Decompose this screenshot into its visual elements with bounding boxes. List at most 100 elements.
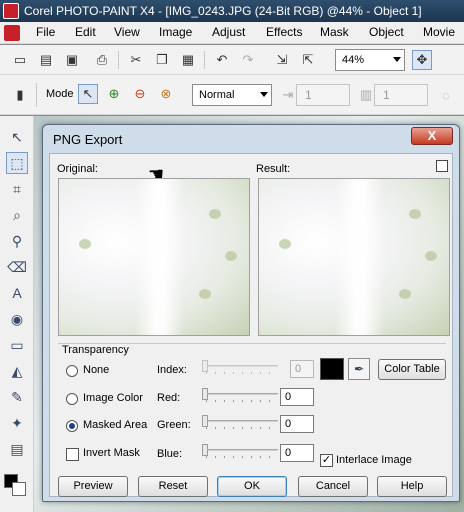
none-radio[interactable] <box>66 365 78 377</box>
mask-tool-icon[interactable]: ⬚ <box>6 152 28 174</box>
slider-thumb[interactable] <box>202 360 208 372</box>
masked-area-radio[interactable] <box>66 420 78 432</box>
slider-track <box>202 420 278 422</box>
masked-area-radio-label: Masked Area <box>83 419 148 431</box>
slider-thumb[interactable] <box>202 415 208 427</box>
subtractive-mode-icon[interactable]: ⊖ <box>130 84 150 104</box>
export-icon[interactable]: ⇱ <box>298 50 318 70</box>
png-export-dialog: PNG Export X Original: Result: ☚ Transpa… <box>42 124 460 502</box>
zoom-fit-icon[interactable]: ✥ <box>412 50 432 70</box>
green-slider[interactable] <box>202 415 278 429</box>
feather-spin[interactable]: 1 <box>296 84 350 106</box>
result-label: Result: <box>256 163 291 175</box>
eyedropper-icon[interactable]: ✒ <box>348 358 370 380</box>
invert-mask-label: Invert Mask <box>83 447 140 459</box>
image-color-radio[interactable] <box>66 393 78 405</box>
index-label: Index: <box>157 364 187 376</box>
dialog-body: Original: Result: ☚ Transparency None Im… <box>49 153 453 497</box>
color-swatches[interactable] <box>4 474 30 508</box>
menu-movie[interactable]: Movie <box>423 25 455 39</box>
undo-icon[interactable]: ↶ <box>212 50 232 70</box>
rectangle-tool-icon[interactable]: ▭ <box>6 334 28 356</box>
image-content <box>199 289 211 299</box>
preview-button[interactable]: Preview <box>58 476 128 497</box>
xor-mode-icon[interactable]: ⊗ <box>156 84 176 104</box>
toolbar-separator <box>204 51 205 69</box>
green-label: Green: <box>157 419 191 431</box>
image-content <box>209 209 221 219</box>
eyedropper-tool-icon[interactable]: ⚲ <box>6 230 28 252</box>
effect-tool-icon[interactable]: ✦ <box>6 412 28 434</box>
fill-tool-icon[interactable]: ◭ <box>6 360 28 382</box>
cut-icon[interactable]: ✂ <box>126 50 146 70</box>
save-icon[interactable]: ▣ <box>62 50 82 70</box>
menu-edit[interactable]: Edit <box>75 25 96 39</box>
menu-view[interactable]: View <box>114 25 140 39</box>
preview-mode-icon[interactable] <box>436 160 448 172</box>
paste-icon[interactable]: ▦ <box>178 50 198 70</box>
new-file-icon[interactable]: ▭ <box>10 50 30 70</box>
menu-file[interactable]: File <box>36 25 55 39</box>
crop-tool-icon[interactable]: ⌗ <box>6 178 28 200</box>
menu-object[interactable]: Object <box>369 25 404 39</box>
green-field[interactable]: 0 <box>280 415 314 433</box>
document-icon[interactable] <box>4 25 20 41</box>
import-icon[interactable]: ⇲ <box>272 50 292 70</box>
original-preview[interactable] <box>58 178 250 336</box>
close-button[interactable]: X <box>411 127 453 145</box>
red-eye-tool-icon[interactable]: ◉ <box>6 308 28 330</box>
invert-mask-checkbox[interactable] <box>66 448 79 461</box>
red-slider[interactable] <box>202 388 278 402</box>
normal-mode-icon[interactable]: ↖ <box>78 84 98 104</box>
zoom-value: 44% <box>342 54 365 66</box>
zoom-combo[interactable]: 44% <box>335 49 405 71</box>
chevron-down-icon <box>393 57 401 62</box>
pick-tool-icon[interactable]: ↖ <box>6 126 28 148</box>
open-file-icon[interactable]: ▤ <box>36 50 56 70</box>
feather-spin-value: 1 <box>305 88 312 102</box>
title-bar: Corel PHOTO-PAINT X4 - [IMG_0243.JPG (24… <box>0 0 464 22</box>
index-field[interactable]: 0 <box>290 360 314 378</box>
chevron-down-icon <box>260 92 268 97</box>
interactive-tool-icon[interactable]: ▤ <box>6 438 28 460</box>
image-content <box>135 179 185 335</box>
slider-track <box>202 365 278 367</box>
paint-tool-icon[interactable]: ✎ <box>6 386 28 408</box>
text-tool-icon[interactable]: A <box>6 282 28 304</box>
zoom-tool-icon[interactable]: ⌕ <box>6 204 28 226</box>
eraser-tool-icon[interactable]: ⌫ <box>6 256 28 278</box>
toolbar-separator <box>36 83 37 107</box>
background-color-swatch[interactable] <box>12 482 26 496</box>
menu-bar: File Edit View Image Adjust Effects Mask… <box>0 22 464 44</box>
merge-mode-combo[interactable]: Normal <box>192 84 272 106</box>
merge-mode-value: Normal <box>199 89 235 101</box>
ok-button[interactable]: OK <box>217 476 287 497</box>
menu-image[interactable]: Image <box>159 25 192 39</box>
antialias-icon: ◌ <box>442 87 450 103</box>
image-color-radio-label: Image Color <box>83 392 143 404</box>
print-icon[interactable]: ⎙ <box>92 50 112 70</box>
interlace-checkbox[interactable]: ✓ <box>320 454 333 467</box>
menu-adjust[interactable]: Adjust <box>212 25 245 39</box>
additive-mode-icon[interactable]: ⊕ <box>104 84 124 104</box>
cancel-button[interactable]: Cancel <box>298 476 368 497</box>
blue-field[interactable]: 0 <box>280 444 314 462</box>
red-field[interactable]: 0 <box>280 388 314 406</box>
slider-thumb[interactable] <box>202 388 208 400</box>
transparency-label: Transparency <box>62 344 129 356</box>
reset-button[interactable]: Reset <box>138 476 208 497</box>
blue-slider[interactable] <box>202 444 278 458</box>
copy-icon[interactable]: ❐ <box>152 50 172 70</box>
transparent-color-swatch[interactable] <box>320 358 344 380</box>
property-bar-handle-icon[interactable]: ▮ <box>10 85 30 105</box>
color-table-button[interactable]: Color Table <box>378 359 446 380</box>
transparency-spin[interactable]: 1 <box>374 84 428 106</box>
help-button[interactable]: Help <box>377 476 447 497</box>
index-slider[interactable] <box>202 360 278 374</box>
menu-mask[interactable]: Mask <box>320 25 349 39</box>
interlace-label: Interlace Image <box>336 454 412 466</box>
slider-thumb[interactable] <box>202 444 208 456</box>
app-icon[interactable] <box>3 3 19 19</box>
redo-icon[interactable]: ↷ <box>238 50 258 70</box>
menu-effects[interactable]: Effects <box>266 25 302 39</box>
